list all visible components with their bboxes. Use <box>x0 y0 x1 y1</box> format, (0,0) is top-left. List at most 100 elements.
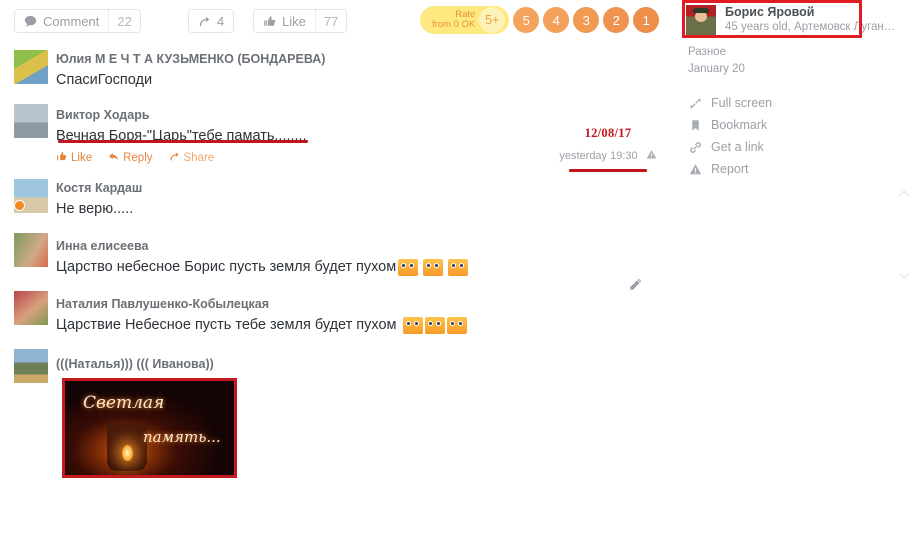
comment-reply-link[interactable]: Reply <box>108 151 153 165</box>
rate-button-1[interactable]: 1 <box>633 7 660 33</box>
crying-face-emoji <box>424 317 445 334</box>
reply-arrow-icon <box>108 151 119 165</box>
author-meta: 45 years old, Артемовск Луганска... <box>725 21 900 33</box>
comment-body: Царствие Небесное пусть тебе земля будет… <box>56 317 397 333</box>
warning-triangle-icon <box>688 163 702 176</box>
rate-button-2[interactable]: 2 <box>603 7 630 33</box>
post-meta: Разное January 20 <box>682 40 921 78</box>
attached-image[interactable]: Светлая память... <box>62 378 237 478</box>
avatar[interactable] <box>14 291 48 325</box>
sidebar-item-get-a-link[interactable]: Get a link <box>682 136 921 158</box>
comment-author[interactable]: Инна елисеева <box>56 239 670 254</box>
avatar[interactable] <box>14 50 48 84</box>
avatar[interactable] <box>14 233 48 267</box>
share-count: 4 <box>217 13 225 29</box>
avatar[interactable] <box>686 5 716 35</box>
share-arrow-icon <box>169 151 180 165</box>
rating-widget: Rate from 0 OK 5+ 5 4 3 2 1 <box>420 5 660 35</box>
post-category[interactable]: Разное <box>688 44 921 61</box>
like-button-label: Like <box>282 13 306 29</box>
rate-button-5plus[interactable]: 5+ <box>479 7 506 33</box>
bookmark-icon <box>688 119 702 132</box>
fullscreen-expand-icon <box>688 97 702 110</box>
comment-text: СпасиГосподи <box>56 71 670 90</box>
share-arrow-icon <box>198 15 211 28</box>
comment-button[interactable]: Comment 22 <box>14 9 141 33</box>
avatar[interactable] <box>14 179 48 213</box>
avatar[interactable] <box>14 104 48 138</box>
thumbs-up-icon <box>56 151 67 165</box>
comment-item: Инна елисеева Царство небесное Борис пус… <box>0 223 670 281</box>
rate-button-3[interactable]: 3 <box>573 7 600 33</box>
nav-down-chevron-icon[interactable]: ⌄ <box>893 258 915 284</box>
comment-button-label: Comment <box>43 13 100 29</box>
comment-list: Юлия М Е Ч Т А КУЗЬМЕНКО (БОНДАРЕВА) Спа… <box>0 40 670 482</box>
share-button-inner: 4 <box>189 10 233 32</box>
timestamp-block: 12/08/17 yesterday 19:30 <box>548 126 668 172</box>
comment-like-link[interactable]: Like <box>56 151 92 165</box>
comment-author[interactable]: Костя Кардаш <box>56 181 670 196</box>
sidebar-item-label: Get a link <box>711 140 764 154</box>
online-status-dot <box>15 201 24 210</box>
comment-text: Царство небесное Борис пусть земля будет… <box>56 258 670 277</box>
rate-button-5[interactable]: 5 <box>513 7 540 33</box>
comment-author[interactable]: Юлия М Е Ч Т А КУЗЬМЕНКО (БОНДАРЕВА) <box>56 52 670 67</box>
red-underline-annotation <box>58 140 308 143</box>
comment-reply-label: Reply <box>123 152 153 164</box>
warning-triangle-icon[interactable] <box>646 147 657 165</box>
red-underline-annotation <box>569 169 647 172</box>
comment-text: Царствие Небесное пусть тебе земля будет… <box>56 316 670 335</box>
comment-share-link[interactable]: Share <box>169 151 215 165</box>
crying-face-emoji <box>423 259 444 276</box>
nav-up-chevron-icon[interactable]: ⌃ <box>893 188 915 214</box>
rate-summary-pill[interactable]: Rate from 0 OK 5+ <box>420 6 510 34</box>
comment-share-label: Share <box>183 152 215 164</box>
comment-item: Костя Кардаш Не верю..... <box>0 169 670 223</box>
author-profile[interactable]: Борис Яровой 45 years old, Артемовск Луг… <box>682 0 921 40</box>
comment-like-label: Like <box>71 152 93 164</box>
crying-face-emoji <box>448 259 469 276</box>
timestamp-row: yesterday 19:30 <box>548 147 668 165</box>
rate-button-4[interactable]: 4 <box>543 7 570 33</box>
comment-button-label-group: Comment <box>15 10 108 32</box>
author-name[interactable]: Борис Яровой <box>725 5 900 20</box>
pencil-edit-icon[interactable] <box>628 277 643 297</box>
comment-author[interactable]: Наталия Павлушенко-Кобылецкая <box>56 297 670 312</box>
like-button-label-group: Like <box>254 10 315 32</box>
attached-image-caption-line1: Светлая <box>83 393 165 413</box>
author-name-block: Борис Яровой 45 years old, Артемовск Луг… <box>725 5 900 35</box>
thumbs-up-icon <box>263 15 276 28</box>
rate-label-line2: from 0 OK <box>432 19 476 30</box>
sidebar-item-report[interactable]: Report <box>682 158 921 180</box>
comment-body: СпасиГосподи <box>56 72 153 88</box>
sidebar: Борис Яровой 45 years old, Артемовск Луг… <box>682 0 921 538</box>
sidebar-menu: Full screen Bookmark Get a link Report <box>682 92 921 180</box>
date-annotation: 12/08/17 <box>584 126 632 140</box>
comment-item: (((Наталья))) ((( Иванова)) Светлая памя… <box>0 339 670 482</box>
relative-time: yesterday 19:30 <box>559 150 638 162</box>
comment-count: 22 <box>108 10 139 32</box>
crying-face-emoji <box>398 259 419 276</box>
comment-item: Юлия М Е Ч Т А КУЗЬМЕНКО (БОНДАРЕВА) Спа… <box>0 40 670 94</box>
comment-text: Не верю..... <box>56 200 670 219</box>
crying-face-emoji <box>402 317 423 334</box>
comment-item: Наталия Павлушенко-Кобылецкая Царствие Н… <box>0 281 670 339</box>
comment-body: Не верю..... <box>56 201 134 217</box>
comment-body: Царство небесное Борис пусть земля будет… <box>56 259 397 275</box>
like-count: 77 <box>314 10 346 32</box>
attached-image-caption-line2: память... <box>143 428 221 446</box>
link-chain-icon <box>688 141 702 154</box>
comment-author[interactable]: (((Наталья))) ((( Иванова)) <box>56 357 670 372</box>
sidebar-item-label: Bookmark <box>711 118 768 132</box>
sidebar-item-label: Report <box>711 162 749 176</box>
rate-summary-text: Rate from 0 OK <box>432 10 479 30</box>
comment-author[interactable]: Виктор Ходарь <box>56 108 670 123</box>
sidebar-item-full-screen[interactable]: Full screen <box>682 92 921 114</box>
sidebar-item-label: Full screen <box>711 96 773 110</box>
comment-bubble-icon <box>24 15 37 28</box>
like-button[interactable]: Like 77 <box>253 9 348 33</box>
share-button[interactable]: 4 <box>188 9 235 33</box>
avatar-cap <box>693 8 709 13</box>
sidebar-item-bookmark[interactable]: Bookmark <box>682 114 921 136</box>
avatar[interactable] <box>14 349 48 383</box>
